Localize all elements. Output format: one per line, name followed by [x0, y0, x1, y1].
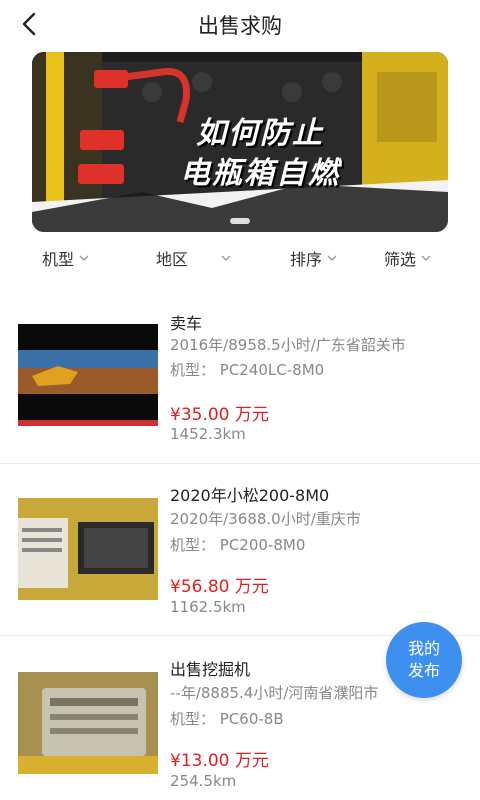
- filter-label: 筛选: [384, 250, 417, 269]
- my-posts-button[interactable]: 我的 发布: [386, 622, 462, 698]
- listing-price: ¥56.80 万元: [170, 577, 269, 597]
- chevron-down-icon: [79, 255, 89, 261]
- top-bar: 出售求购: [0, 0, 480, 48]
- listing-thumbnail: [18, 324, 158, 426]
- promo-banner[interactable]: 如何防止 电瓶箱自燃: [32, 52, 448, 232]
- listing-model: 机型： PC200-8M0: [170, 536, 306, 554]
- listing-distance: 1162.5km: [170, 598, 246, 616]
- listing-title: 卖车: [170, 314, 203, 333]
- chevron-down-icon: [221, 255, 231, 261]
- listing-thumbnail: [18, 498, 158, 600]
- listing-model: 机型： PC60-8B: [170, 710, 284, 728]
- chevron-down-icon: [327, 255, 337, 261]
- banner-headline-1: 如何防止: [196, 116, 324, 151]
- fab-label-2: 发布: [407, 661, 440, 680]
- listing-price: ¥35.00 万元: [170, 405, 269, 425]
- listing-info: --年/8885.4小时/河南省濮阳市: [170, 684, 379, 702]
- filter-region[interactable]: 地区: [156, 246, 232, 270]
- page-title: 出售求购: [198, 14, 282, 38]
- listing-info: 2016年/8958.5小时/广东省韶关市: [170, 336, 406, 354]
- filter-label: 地区: [156, 250, 189, 269]
- listing-price: ¥13.00 万元: [170, 751, 269, 771]
- filter-label: 排序: [290, 250, 323, 269]
- filter-model[interactable]: 机型: [42, 246, 90, 270]
- listing-thumbnail: [18, 672, 158, 774]
- filter-label: 机型: [42, 250, 75, 269]
- listing-item[interactable]: 卖车 2016年/8958.5小时/广东省韶关市 机型： PC240LC-8M0…: [0, 292, 480, 464]
- listing-title: 2020年小松200-8M0: [170, 486, 330, 505]
- chevron-down-icon: [421, 255, 431, 261]
- fab-label-1: 我的: [407, 639, 440, 658]
- listing-info: 2020年/3688.0小时/重庆市: [170, 510, 361, 528]
- banner-headline-2: 电瓶箱自燃: [180, 156, 340, 191]
- filter-bar: 机型 地区 排序 筛选: [0, 238, 480, 278]
- listing-item[interactable]: 2020年小松200-8M0 2020年/3688.0小时/重庆市 机型： PC…: [0, 464, 480, 636]
- listing-model: 机型： PC240LC-8M0: [170, 361, 325, 379]
- filter-sort[interactable]: 排序: [290, 246, 338, 270]
- carousel-indicator: [230, 218, 250, 224]
- listing-title: 出售挖掘机: [170, 660, 251, 679]
- filter-screen[interactable]: 筛选: [384, 246, 432, 270]
- listing-distance: 1452.3km: [170, 425, 246, 443]
- listing-distance: 254.5km: [170, 772, 237, 790]
